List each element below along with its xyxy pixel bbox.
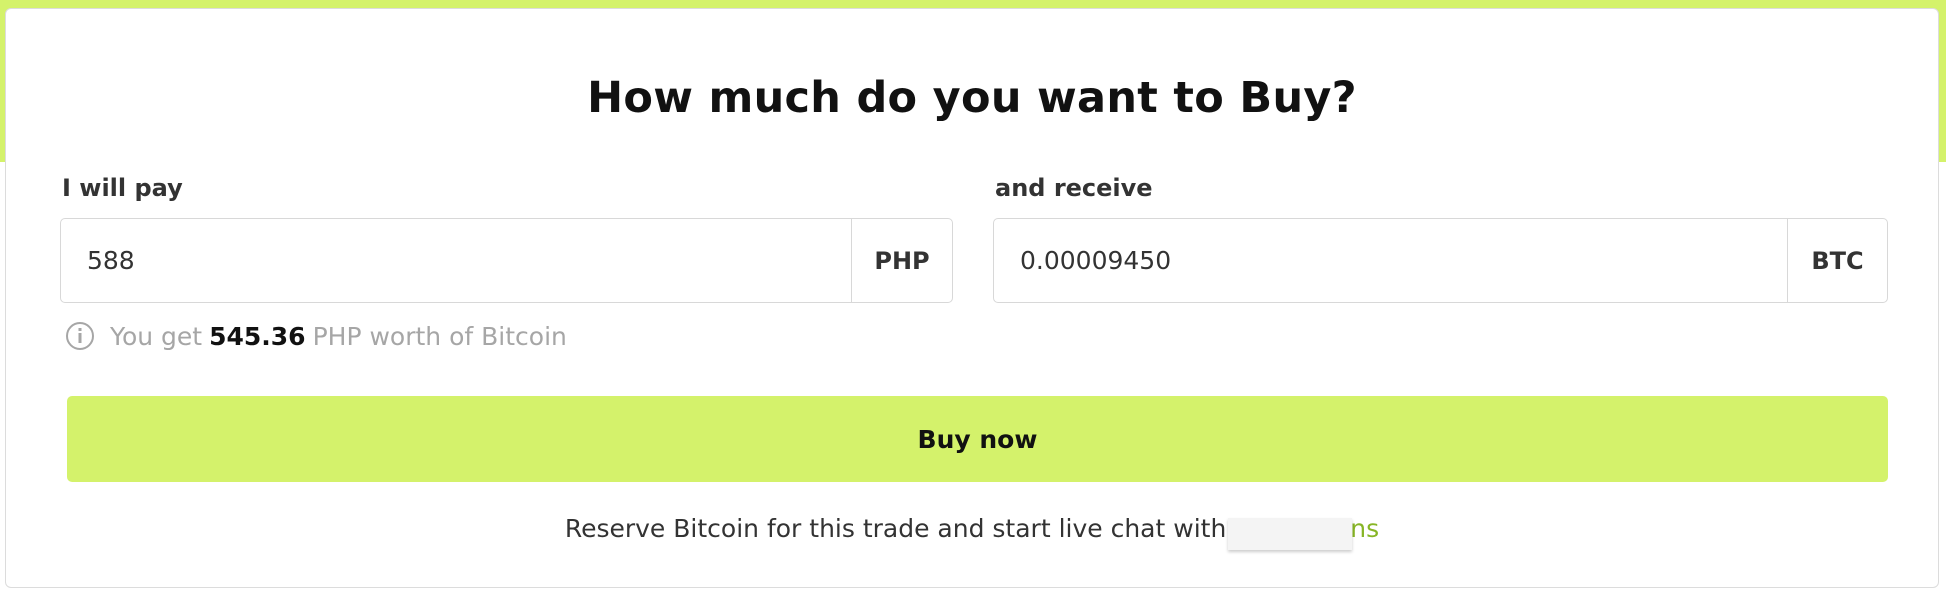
- page-title: How much do you want to Buy?: [587, 73, 1357, 123]
- receive-currency-addon: BTC: [1787, 219, 1887, 302]
- info-suffix: PHP worth of Bitcoin: [312, 321, 567, 351]
- pay-label: I will pay: [62, 174, 183, 202]
- buy-now-button[interactable]: Buy now: [67, 396, 1888, 482]
- info-prefix: You get: [110, 321, 203, 351]
- receive-input-group: BTC: [993, 218, 1888, 303]
- trader-name-suffix: ns: [1350, 514, 1380, 543]
- info-amount: 545.36: [209, 321, 306, 351]
- footer-message: Reserve Bitcoin for this trade and start…: [564, 514, 1227, 543]
- receive-amount-input[interactable]: [994, 219, 1787, 302]
- receive-label: and receive: [995, 174, 1153, 202]
- redaction-overlay: [1228, 518, 1353, 550]
- pay-amount-input[interactable]: [61, 219, 851, 302]
- trader-link[interactable]: ​ns: [1226, 514, 1380, 550]
- pay-input-group: PHP: [60, 218, 953, 303]
- footer-text: Reserve Bitcoin for this trade and start…: [6, 514, 1938, 550]
- pay-currency-addon: PHP: [851, 219, 952, 302]
- buy-card: How much do you want to Buy? I will pay …: [5, 8, 1939, 588]
- info-icon: [66, 322, 94, 350]
- info-line: You get 545.36 PHP worth of Bitcoin: [66, 319, 567, 353]
